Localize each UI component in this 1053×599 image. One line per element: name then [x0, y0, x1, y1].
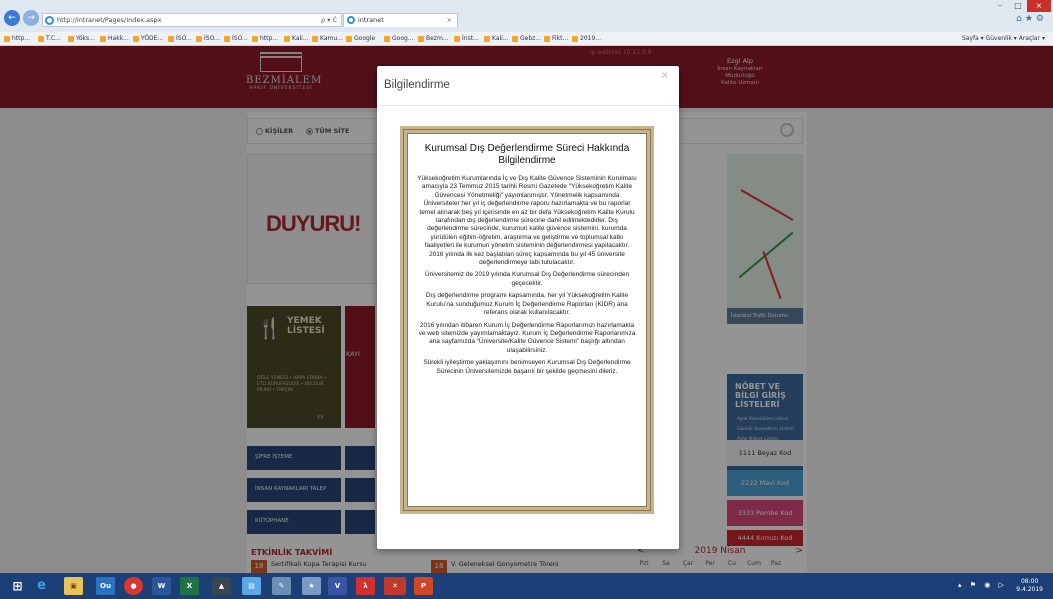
fav-item[interactable]: Yöks...	[68, 32, 95, 45]
fav-item[interactable]: Hakk...	[100, 32, 129, 45]
explorer-taskbar-icon[interactable]: ▣	[64, 577, 83, 595]
announcement-heading: Kurumsal Dış Değerlendirme Süreci Hakkın…	[424, 143, 630, 166]
home-star-gear-icons[interactable]: ⌂★⚙	[1016, 14, 1047, 24]
minimize-button[interactable]: –	[991, 0, 1009, 12]
outlook-taskbar-icon[interactable]: Ou	[96, 577, 115, 595]
tab-close-icon[interactable]: ×	[447, 14, 452, 27]
chrome-taskbar-icon[interactable]: ●	[124, 577, 143, 595]
fav-item[interactable]: Kali...	[484, 32, 509, 45]
announcement-paragraph: Dış değerlendirme programı kapsamında, h…	[425, 292, 629, 317]
forward-button[interactable]: →	[23, 10, 39, 26]
address-controls[interactable]: ρ ▾ Ć	[321, 14, 337, 26]
windows-taskbar: ⊞ e ▣ Ou ● W X ▲ ▤ ✎ ★ V λ ✕ P ▴ ⚑ ◉ ▷ 0…	[0, 573, 1053, 599]
fav-item[interactable]: T.C...	[38, 32, 61, 45]
paint-taskbar-icon[interactable]: ✎	[272, 577, 291, 595]
clock-date: 9.4.2019	[1016, 586, 1043, 593]
fav-item[interactable]: Goog...	[384, 32, 414, 45]
word-taskbar-icon[interactable]: W	[152, 577, 171, 595]
announcement-frame: Kurumsal Dış Değerlendirme Süreci Hakkın…	[400, 126, 654, 514]
fav-item[interactable]: Google	[346, 32, 375, 45]
tab-ie-icon	[347, 16, 355, 24]
maximize-button[interactable]: □	[1009, 0, 1027, 12]
fav-item[interactable]: Fikt...	[544, 32, 568, 45]
fav-item[interactable]: İSO...	[224, 32, 248, 45]
fav-item[interactable]: 2019...	[572, 32, 601, 45]
address-text: http://intranet/Pages/Index.aspx	[57, 16, 162, 24]
close-window-button[interactable]: ×	[1027, 0, 1051, 12]
fav-item[interactable]: YÖDE...	[133, 32, 163, 45]
fav-item[interactable]: http...	[4, 32, 30, 45]
fav-item[interactable]: Kali...	[284, 32, 309, 45]
modal-header: Bilgilendirme ×	[377, 66, 679, 106]
system-tray-icons[interactable]: ▴ ⚑ ◉ ▷	[958, 581, 1007, 589]
start-button[interactable]: ⊞	[8, 577, 27, 595]
back-button[interactable]: ←	[4, 10, 20, 26]
modal-title: Bilgilendirme	[384, 79, 450, 91]
visio-taskbar-icon[interactable]: V	[328, 577, 347, 595]
fav-item[interactable]: http...	[252, 32, 278, 45]
fav-item[interactable]: İnst...	[454, 32, 479, 45]
acrobat-taskbar-icon[interactable]: λ	[356, 577, 375, 595]
notes-taskbar-icon[interactable]: ▤	[242, 577, 261, 595]
clock[interactable]: 08:00 9.4.2019	[1016, 578, 1043, 594]
command-bar[interactable]: Sayfa ▾ Güvenlik ▾ Araçlar ▾	[962, 32, 1045, 46]
ie-icon	[45, 16, 54, 25]
ie-taskbar-icon[interactable]: e	[32, 577, 51, 595]
announcement-paragraph: Sürekli iyileştirme yaklaşımını benimsey…	[423, 359, 631, 375]
tab-title: intranet	[358, 16, 384, 24]
excel-taskbar-icon[interactable]: X	[180, 577, 199, 595]
clock-time: 08:00	[1020, 578, 1039, 585]
address-bar[interactable]: http://intranet/Pages/Index.aspx ρ ▾ Ć	[42, 13, 342, 27]
announcement-paragraph: Yüksekoğretim Kurumlarında İç ve Dış Kal…	[417, 175, 637, 267]
powerpoint-taskbar-icon[interactable]: P	[414, 577, 433, 595]
fav-item[interactable]: Kamu...	[312, 32, 343, 45]
browser-titlebar: ← → http://intranet/Pages/Index.aspx ρ ▾…	[0, 0, 1053, 32]
fav-item[interactable]: İSO...	[168, 32, 192, 45]
announcement-paragraph: 2016 yılından itibaren Kurum İç Değerlen…	[418, 321, 636, 354]
snip-taskbar-icon[interactable]: ✕	[384, 577, 406, 595]
fav-item[interactable]: İSO...	[196, 32, 220, 45]
tab-intranet[interactable]: intranet ×	[343, 13, 458, 27]
info-modal: Bilgilendirme × Kurumsal Dış Değerlendir…	[377, 66, 679, 549]
fav-item[interactable]: Gebz...	[512, 32, 541, 45]
close-icon[interactable]: ×	[661, 70, 669, 81]
favorites-bar: http... T.C... Yöks... Hakk... YÖDE... İ…	[0, 32, 1053, 46]
files-taskbar-icon[interactable]: ★	[302, 577, 321, 595]
app-taskbar-icon[interactable]: ▲	[212, 577, 231, 595]
fav-item[interactable]: Bezm...	[418, 32, 449, 45]
announcement-paragraph: Üniversitemiz de 2019 yılında Kurumsal D…	[424, 271, 630, 287]
